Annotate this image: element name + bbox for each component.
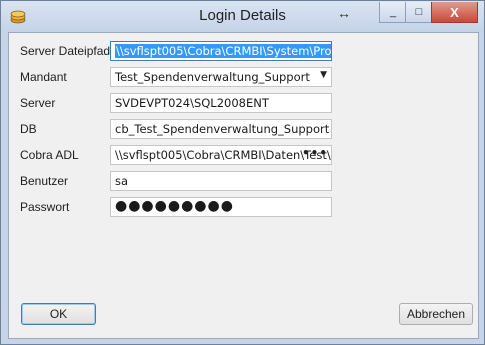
- benutzer-value: sa: [115, 174, 129, 188]
- cobra-adl-label: Cobra ADL: [20, 148, 79, 162]
- browse-ellipsis-button[interactable]: •••: [302, 146, 328, 160]
- db-input[interactable]: cb_Test_Spendenverwaltung_Support: [110, 119, 332, 139]
- title-bar[interactable]: Login Details ↔ _ □ X: [1, 1, 484, 32]
- benutzer-input[interactable]: sa: [110, 171, 332, 191]
- maximize-button[interactable]: □: [405, 2, 433, 23]
- mandant-select[interactable]: Test_Spendenverwaltung_Support ▼: [110, 67, 332, 87]
- server-value: SVDEVPT024\SQL2008ENT: [115, 96, 269, 110]
- db-value: cb_Test_Spendenverwaltung_Support: [115, 122, 330, 136]
- server-dateipfad-value: \\svflspt005\Cobra\CRMBI\System\ProIT_DM: [115, 44, 331, 58]
- mandant-value: Test_Spendenverwaltung_Support: [115, 70, 310, 84]
- chevron-down-icon[interactable]: ▼: [320, 70, 327, 80]
- passwort-value: ●●●●●●●●●: [115, 198, 234, 214]
- cobra-adl-value: \\svflspt005\Cobra\CRMBI\Daten\Test\cb: [115, 148, 332, 162]
- db-label: DB: [20, 122, 37, 136]
- cobra-adl-input[interactable]: \\svflspt005\Cobra\CRMBI\Daten\Test\cb •…: [110, 145, 332, 165]
- resize-arrows-icon: ↔: [337, 5, 351, 21]
- benutzer-label: Benutzer: [20, 174, 69, 188]
- server-dateipfad-input[interactable]: \\svflspt005\Cobra\CRMBI\System\ProIT_DM: [110, 41, 332, 61]
- passwort-input[interactable]: ●●●●●●●●●: [110, 197, 332, 217]
- server-input[interactable]: SVDEVPT024\SQL2008ENT: [110, 93, 332, 113]
- server-dateipfad-label: Server Dateipfad: [20, 44, 111, 58]
- login-dialog: Login Details ↔ _ □ X Server Dateipfad \…: [0, 0, 485, 345]
- ok-button[interactable]: OK: [21, 303, 96, 325]
- passwort-label: Passwort: [20, 200, 70, 214]
- close-button[interactable]: X: [431, 2, 478, 23]
- minimize-button[interactable]: _: [379, 2, 406, 23]
- server-label: Server: [20, 96, 56, 110]
- cancel-button[interactable]: Abbrechen: [399, 303, 473, 325]
- mandant-label: Mandant: [20, 70, 67, 84]
- dialog-body: Server Dateipfad \\svflspt005\Cobra\CRMB…: [8, 32, 479, 339]
